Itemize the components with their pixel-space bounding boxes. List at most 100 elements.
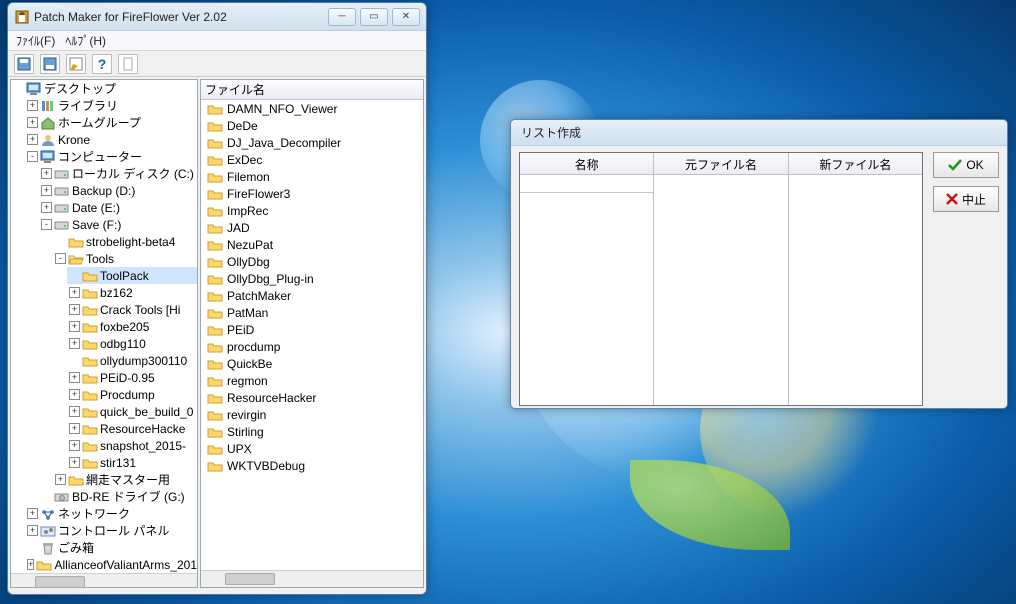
tree-node[interactable]: +PEiD-0.95 [67,369,197,386]
file-item[interactable]: PatchMaker [201,287,423,304]
collapse-icon[interactable]: - [41,219,52,230]
expand-icon[interactable]: + [27,134,38,145]
tree-node[interactable]: +Date (E:) [39,199,197,216]
collapse-icon[interactable]: - [27,151,38,162]
tree-node[interactable]: +ローカル ディスク (C:) [39,165,197,182]
tree-node[interactable]: -Tools [53,250,197,267]
dialog-grid[interactable]: 名称 元ファイル名 新ファイル名 [519,152,923,406]
tree-node[interactable]: +AllianceofValiantArms_201 [25,556,197,573]
file-item[interactable]: FireFlower3 [201,185,423,202]
expand-icon[interactable]: + [69,423,80,434]
file-list-pane[interactable]: ファイル名 DAMN_NFO_ViewerDeDeDJ_Java_Decompi… [200,79,424,588]
expand-icon[interactable]: + [55,474,66,485]
close-button[interactable]: ✕ [392,8,420,26]
file-item[interactable]: PatMan [201,304,423,321]
tree-node[interactable]: +bz162 [67,284,197,301]
tree-pane[interactable]: デスクトップ+ライブラリ+ホームグループ+Krone-コンピューター+ローカル … [10,79,198,588]
toolbar-extra[interactable] [118,54,138,74]
expand-icon[interactable]: + [69,338,80,349]
expand-icon[interactable]: + [27,559,34,570]
expand-icon[interactable]: + [69,321,80,332]
file-item[interactable]: Stirling [201,423,423,440]
toolbar-open[interactable] [40,54,60,74]
tree-node[interactable]: ollydump300110 [67,352,197,369]
file-item[interactable]: NezuPat [201,236,423,253]
tree-node[interactable]: +quick_be_build_0 [67,403,197,420]
minimize-button[interactable]: ─ [328,8,356,26]
dialog-titlebar[interactable]: リスト作成 [511,120,1007,146]
grid-cell[interactable] [520,175,653,193]
expand-icon[interactable]: + [69,406,80,417]
toolbar-help[interactable]: ? [92,54,112,74]
tree-node[interactable]: +ResourceHacke [67,420,197,437]
cancel-button[interactable]: 中止 [933,186,999,212]
file-item[interactable]: DJ_Java_Decompiler [201,134,423,151]
maximize-button[interactable]: ▭ [360,8,388,26]
tree-node[interactable]: ごみ箱 [25,539,197,556]
optical-icon [54,490,70,504]
menu-help[interactable]: ﾍﾙﾌﾟ(H) [65,32,106,49]
tree-node[interactable]: -Save (F:) [39,216,197,233]
tree-node[interactable]: +Krone [25,131,197,148]
file-item[interactable]: PEiD [201,321,423,338]
file-item[interactable]: UPX [201,440,423,457]
grid-body[interactable] [520,175,922,405]
expand-icon[interactable]: + [41,185,52,196]
tree-node[interactable]: +コントロール パネル [25,522,197,539]
tree-node[interactable]: ToolPack [67,267,197,284]
collapse-icon[interactable]: - [55,253,66,264]
file-item[interactable]: QuickBe [201,355,423,372]
tree-node[interactable]: BD-RE ドライブ (G:) [39,488,197,505]
tree-node[interactable]: +odbg110 [67,335,197,352]
expand-icon[interactable]: + [69,372,80,383]
main-titlebar[interactable]: Patch Maker for FireFlower Ver 2.02 ─ ▭ … [8,3,426,31]
tree-node[interactable]: +foxbe205 [67,318,197,335]
col-name[interactable]: 名称 [520,153,654,174]
tree-node[interactable]: デスクトップ [11,80,197,97]
tree-node[interactable]: +網走マスター用 [53,471,197,488]
file-item[interactable]: OllyDbg [201,253,423,270]
tree-node[interactable]: +ホームグループ [25,114,197,131]
file-item[interactable]: JAD [201,219,423,236]
list-hscroll[interactable] [201,570,423,587]
expand-icon[interactable]: + [27,117,38,128]
expand-icon[interactable]: + [41,202,52,213]
expand-icon[interactable]: + [27,100,38,111]
menu-file[interactable]: ﾌｧｲﾙ(F) [16,32,55,49]
ok-button[interactable]: OK [933,152,999,178]
expand-icon[interactable]: + [27,525,38,536]
toolbar-save[interactable] [14,54,34,74]
file-item[interactable]: regmon [201,372,423,389]
tree-node[interactable]: -コンピューター [25,148,197,165]
col-new[interactable]: 新ファイル名 [789,153,922,174]
file-list-header[interactable]: ファイル名 [201,80,423,100]
file-item[interactable]: procdump [201,338,423,355]
tree-node[interactable]: +Crack Tools [Hi [67,301,197,318]
file-item[interactable]: OllyDbg_Plug-in [201,270,423,287]
expand-icon[interactable]: + [27,508,38,519]
file-item[interactable]: ExDec [201,151,423,168]
expand-icon[interactable]: + [69,287,80,298]
tree-node[interactable]: +Procdump [67,386,197,403]
expand-icon[interactable]: + [69,304,80,315]
expand-icon[interactable]: + [69,440,80,451]
tree-node[interactable]: strobelight-beta4 [53,233,197,250]
col-orig[interactable]: 元ファイル名 [654,153,788,174]
tree-node[interactable]: +stir131 [67,454,197,471]
expand-icon[interactable]: + [69,389,80,400]
tree-node[interactable]: +ライブラリ [25,97,197,114]
tree-hscroll[interactable] [11,573,197,588]
file-item[interactable]: ResourceHacker [201,389,423,406]
expand-icon[interactable]: + [69,457,80,468]
file-item[interactable]: WKTVBDebug [201,457,423,474]
file-item[interactable]: DAMN_NFO_Viewer [201,100,423,117]
file-item[interactable]: DeDe [201,117,423,134]
tree-node[interactable]: +ネットワーク [25,505,197,522]
file-item[interactable]: revirgin [201,406,423,423]
expand-icon[interactable]: + [41,168,52,179]
tree-node[interactable]: +snapshot_2015- [67,437,197,454]
toolbar-edit[interactable] [66,54,86,74]
file-item[interactable]: Filemon [201,168,423,185]
tree-node[interactable]: +Backup (D:) [39,182,197,199]
file-item[interactable]: ImpRec [201,202,423,219]
